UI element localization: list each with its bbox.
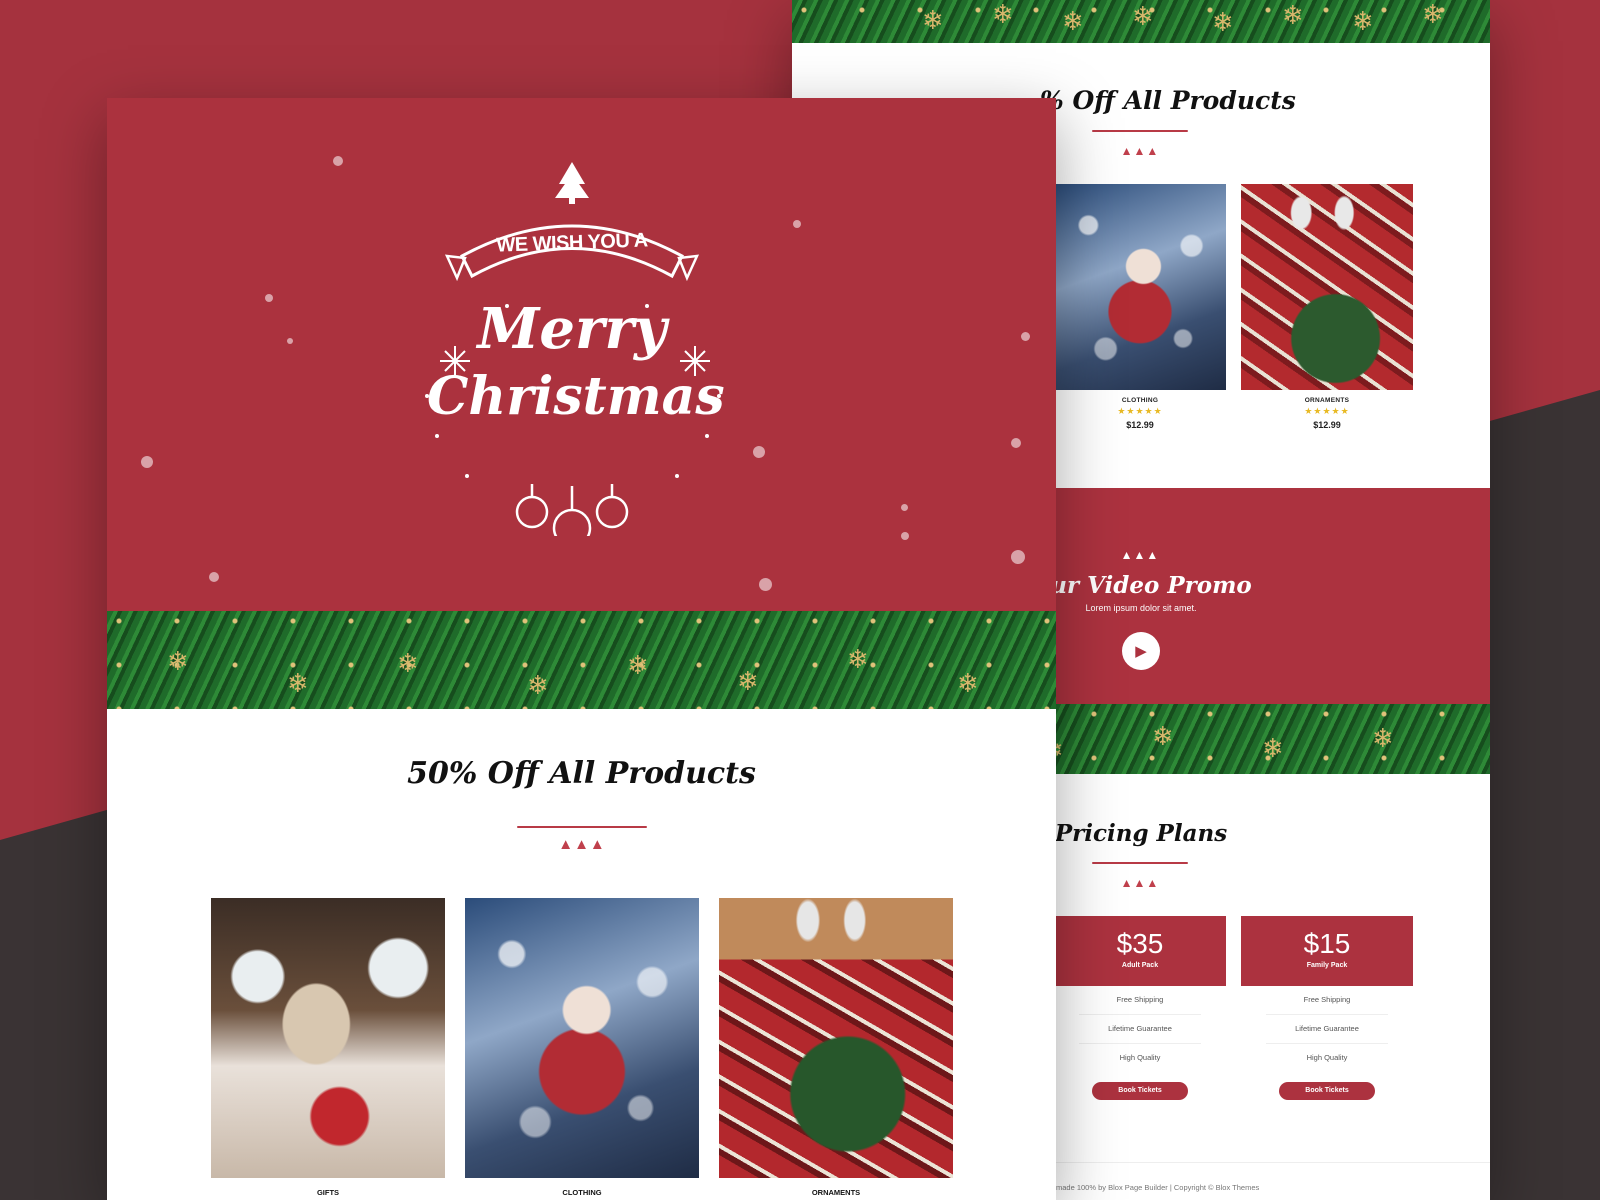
product-category: CLOTHING xyxy=(562,1188,602,1197)
snowflake-icon: ❄ xyxy=(397,649,419,679)
plan-price: $35 xyxy=(1116,928,1164,959)
hero-section: WE WISH YOU A Merry Christmas ❄ ❄ ❄ ❄ ❄ … xyxy=(107,98,1056,709)
trees-icon: ▲▲▲ xyxy=(1120,548,1160,562)
product-image-clothing[interactable] xyxy=(465,898,699,1178)
snow-dot xyxy=(287,338,293,344)
snow-dot xyxy=(333,156,343,166)
snow-dot xyxy=(1011,438,1021,448)
plan-feature: High Quality xyxy=(1119,1053,1161,1062)
plan-name: Adult Pack xyxy=(1121,962,1159,969)
snowflake-icon: ❄ xyxy=(957,669,979,699)
title-underline xyxy=(517,826,647,828)
plan-feature: Lifetime Guarantee xyxy=(1266,1015,1388,1044)
snowflake-icon: ❄ xyxy=(847,645,869,675)
snow-dot xyxy=(1021,332,1030,341)
plan-feature: Free Shipping xyxy=(1266,986,1388,1015)
pricing-card-header: $35 Adult Pack xyxy=(1054,916,1226,986)
plan-price: $15 xyxy=(1303,928,1351,959)
section-title: % Off All Products xyxy=(1040,86,1296,115)
rating-stars: ★★★★★ xyxy=(1304,406,1350,416)
product-category: GIFTS xyxy=(316,1188,340,1197)
footer-text: made 100% by Blox Page Builder | Copyrig… xyxy=(1056,1183,1260,1192)
snowflake-icon: ❄ xyxy=(1212,8,1234,38)
snowflake-icon: ❄ xyxy=(1282,1,1304,31)
trees-icon: ▲▲▲ xyxy=(1120,144,1160,158)
snow-dot xyxy=(209,572,219,582)
book-tickets-button[interactable]: Book Tickets xyxy=(1092,1082,1188,1100)
snowflake-icon: ❄ xyxy=(1062,7,1084,37)
front-page-preview: WE WISH YOU A Merry Christmas ❄ ❄ ❄ ❄ ❄ … xyxy=(107,98,1056,1200)
snowflake-icon: ❄ xyxy=(287,669,309,699)
snowflake-icon: ❄ xyxy=(737,667,759,697)
rating-stars: ★★★★★ xyxy=(1117,406,1163,416)
plan-feature: Free Shipping xyxy=(1079,986,1201,1015)
pricing-card-family: $15 Family Pack Free Shipping Lifetime G… xyxy=(1241,916,1413,1100)
product-category: ORNAMENTS xyxy=(811,1188,861,1197)
merry-christmas-badge: WE WISH YOU A Merry Christmas xyxy=(407,156,737,548)
product-image-ornaments[interactable] xyxy=(1241,184,1413,390)
hero-line-merry: Merry xyxy=(477,296,667,362)
book-tickets-button[interactable]: Book Tickets xyxy=(1279,1082,1375,1100)
product-image-ornaments[interactable] xyxy=(719,898,953,1178)
sale-title: 50% Off All Products xyxy=(407,756,756,791)
hero-line-christmas: Christmas xyxy=(427,366,725,427)
snowflake-icon: ❄ xyxy=(992,0,1014,30)
product-image-gifts[interactable] xyxy=(211,898,445,1178)
product-image-clothing[interactable] xyxy=(1054,184,1226,390)
plan-name: Family Pack xyxy=(1306,962,1348,969)
snowflake-icon: ❄ xyxy=(1262,734,1284,764)
trees-icon: ▲▲▲ xyxy=(1120,876,1160,890)
snow-dot xyxy=(901,504,908,511)
plan-feature: Lifetime Guarantee xyxy=(1079,1015,1201,1044)
product-category: ORNAMENTS xyxy=(1304,397,1350,404)
garland-top: ❄ ❄ ❄ ❄ ❄ ❄ ❄ ❄ xyxy=(792,0,1490,43)
snow-dot xyxy=(759,578,772,591)
snowflake-icon: ❄ xyxy=(627,651,649,681)
snowflake-icon: ❄ xyxy=(922,6,944,36)
plan-feature: High Quality xyxy=(1306,1053,1348,1062)
snowflake-icon: ❄ xyxy=(1372,724,1394,754)
play-icon: ▶ xyxy=(1135,642,1147,660)
garland-bottom: ❄ ❄ ❄ ❄ ❄ ❄ ❄ ❄ xyxy=(107,611,1056,709)
snowflake-icon: ❄ xyxy=(167,647,189,677)
snow-dot xyxy=(1011,550,1025,564)
snow-dot xyxy=(265,294,273,302)
snowflake-icon: ❄ xyxy=(1132,2,1154,32)
product-category: CLOTHING xyxy=(1121,397,1159,404)
title-underline xyxy=(1092,862,1188,864)
snowflake-icon: ❄ xyxy=(1152,722,1174,752)
pricing-card-adult: $35 Adult Pack Free Shipping Lifetime Gu… xyxy=(1054,916,1226,1100)
snowflake-icon: ❄ xyxy=(527,671,549,701)
pricing-card-header: $15 Family Pack xyxy=(1241,916,1413,986)
snow-dot xyxy=(141,456,153,468)
snow-dot xyxy=(901,532,909,540)
trees-icon: ▲▲▲ xyxy=(558,836,606,853)
snow-dot xyxy=(753,446,765,458)
product-price: $12.99 xyxy=(1126,420,1154,430)
snowflake-icon: ❄ xyxy=(1352,7,1374,37)
title-underline xyxy=(1092,130,1188,132)
snowflake-icon: ❄ xyxy=(1422,0,1444,30)
snow-dot xyxy=(793,220,801,228)
product-price: $12.99 xyxy=(1313,420,1341,430)
play-button[interactable]: ▶ xyxy=(1122,632,1160,670)
